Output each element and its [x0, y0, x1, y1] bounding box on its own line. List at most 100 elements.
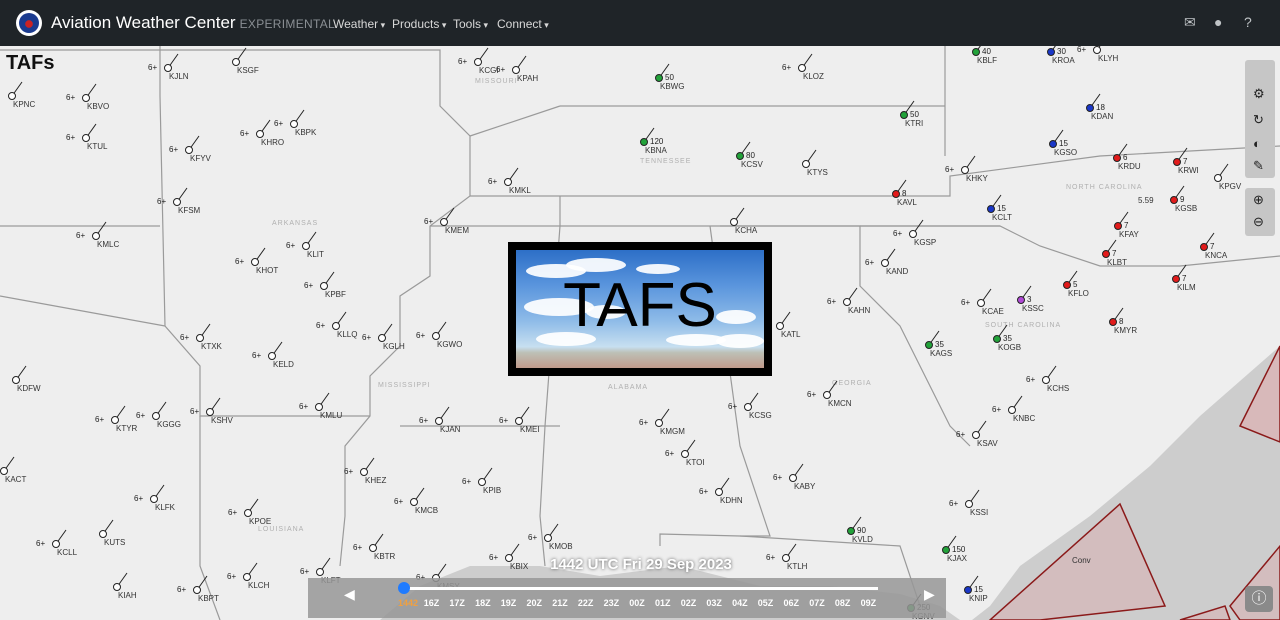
station-kllq[interactable]: KLLQ 6+	[316, 311, 357, 339]
station-kpgv[interactable]: KPGV	[1214, 163, 1242, 191]
timeline-tick[interactable]: 04Z	[732, 598, 748, 608]
refresh-icon[interactable]: ↻	[1253, 112, 1264, 128]
pencil-icon[interactable]: ✎	[1253, 158, 1264, 174]
station-kmob[interactable]: KMOB 6+	[528, 523, 573, 551]
timeline-tick[interactable]: 00Z	[629, 598, 645, 608]
station-kmcn[interactable]: KMCN 6+	[807, 380, 852, 408]
station-katl[interactable]: KATL	[776, 311, 801, 339]
station-kmem[interactable]: KMEM 6+	[424, 207, 469, 235]
station-ktys[interactable]: KTYS	[802, 149, 828, 177]
timeline-tick[interactable]: 1442	[398, 598, 418, 608]
station-kjln[interactable]: KJLN 6+	[148, 53, 189, 81]
station-kssi[interactable]: KSSI 6+	[949, 489, 988, 517]
help-icon[interactable]: ?	[1244, 14, 1252, 30]
station-kmgm[interactable]: KMGM 6+	[639, 408, 685, 436]
station-kpah[interactable]: KPAH 6+	[496, 55, 538, 83]
zoom-out-icon[interactable]: ⊖	[1253, 214, 1264, 230]
timeline-tick[interactable]: 03Z	[706, 598, 722, 608]
station-kaby[interactable]: KABY 6+	[773, 463, 816, 491]
station-kbwg[interactable]: KBWG50	[655, 63, 685, 91]
station-kmyr[interactable]: KMYR8	[1109, 307, 1138, 335]
station-kogb[interactable]: KOGB35	[993, 324, 1022, 352]
station-kdfw[interactable]: KDFW	[12, 365, 42, 393]
timeline-track[interactable]	[404, 587, 878, 590]
timeline-next-icon[interactable]: ▶	[924, 586, 935, 603]
station-kact[interactable]: KACT	[0, 456, 27, 484]
station-kcae[interactable]: KCAE 6+	[961, 288, 1004, 316]
timeline-tick[interactable]: 08Z	[835, 598, 851, 608]
station-klit[interactable]: KLIT 6+	[286, 231, 324, 259]
station-kgsb[interactable]: KGSB9	[1170, 185, 1198, 213]
station-kags[interactable]: KAGS35	[925, 330, 953, 358]
timeline-tick[interactable]: 21Z	[552, 598, 568, 608]
station-kpnc[interactable]: KPNC	[8, 81, 36, 109]
station-knbc[interactable]: KNBC 6+	[992, 395, 1035, 423]
timeline-tick[interactable]: 06Z	[784, 598, 800, 608]
station-kgsp[interactable]: KGSP 6+	[893, 219, 936, 247]
station-ktul[interactable]: KTUL 6+	[66, 123, 108, 151]
station-knip[interactable]: KNIP15	[964, 575, 988, 603]
station-kpbf[interactable]: KPBF 6+	[304, 271, 346, 299]
station-klbt[interactable]: KLBT7	[1102, 239, 1128, 267]
station-ktoi[interactable]: KTOI 6+	[665, 439, 705, 467]
noaa-logo-icon[interactable]	[16, 10, 42, 36]
station-kahn[interactable]: KAHN 6+	[827, 287, 870, 315]
user-icon[interactable]: ●	[1214, 14, 1222, 30]
tafs-overlay[interactable]: TAFS	[508, 242, 772, 376]
zoom-in-icon[interactable]: ⊕	[1253, 192, 1264, 208]
menu-tools[interactable]: Tools	[453, 17, 488, 31]
station-kchs[interactable]: KCHS 6+	[1026, 365, 1069, 393]
station-kgwo[interactable]: KGWO 6+	[416, 321, 462, 349]
station-kggg[interactable]: KGGG 6+	[136, 401, 181, 429]
compass-icon[interactable]: ◐	[1253, 136, 1261, 151]
station-kdhn[interactable]: KDHN 6+	[699, 477, 743, 505]
station-kpib[interactable]: KPIB 6+	[462, 467, 501, 495]
mail-icon[interactable]: ✉	[1184, 14, 1196, 31]
station-kcsg[interactable]: KCSG 6+	[728, 392, 772, 420]
timeline-tick[interactable]: 09Z	[861, 598, 877, 608]
menu-connect[interactable]: Connect	[497, 17, 549, 31]
station-klch[interactable]: KLCH 6+	[227, 562, 270, 590]
station-ksav[interactable]: KSAV 6+	[956, 420, 998, 448]
timeline-tick[interactable]: 02Z	[681, 598, 697, 608]
timeline-tick[interactable]: 07Z	[809, 598, 825, 608]
station-ktyr[interactable]: KTYR 6+	[95, 405, 138, 433]
station-kjan[interactable]: KJAN 6+	[419, 406, 461, 434]
station-krdu[interactable]: KRDU6	[1113, 143, 1141, 171]
station-kdan[interactable]: KDAN18	[1086, 93, 1114, 121]
brand-title[interactable]: Aviation Weather Center EXPERIMENTAL	[51, 13, 335, 33]
station-kbna[interactable]: KBNA120	[640, 127, 668, 155]
timeline-prev-icon[interactable]: ◀	[344, 586, 355, 603]
station-kmlc[interactable]: KMLC 6+	[76, 221, 119, 249]
station-kuts[interactable]: KUTS	[99, 519, 126, 547]
menu-products[interactable]: Products	[392, 17, 446, 31]
station-kpoe[interactable]: KPOE 6+	[228, 498, 271, 526]
station-kmlu[interactable]: KMLU 6+	[299, 392, 342, 420]
station-knca[interactable]: KNCA7	[1200, 232, 1228, 260]
timeline-tick[interactable]: 16Z	[424, 598, 440, 608]
station-kcsv[interactable]: KCSV80	[736, 141, 764, 169]
timeline-tick[interactable]: 05Z	[758, 598, 774, 608]
timeline-tick[interactable]: 20Z	[527, 598, 543, 608]
station-kand[interactable]: KAND 6+	[865, 248, 908, 276]
station-keld[interactable]: KELD 6+	[252, 341, 294, 369]
timeline-tick[interactable]: 23Z	[604, 598, 620, 608]
station-kflo[interactable]: KFLO5	[1063, 270, 1089, 298]
station-kvld[interactable]: KVLD90	[847, 516, 874, 544]
timeline-tick[interactable]: 19Z	[501, 598, 517, 608]
station-kbvo[interactable]: KBVO 6+	[66, 83, 109, 111]
station-krwi[interactable]: KRWI7	[1173, 147, 1199, 175]
station-kbpk[interactable]: KBPK 6+	[274, 109, 317, 137]
station-kfsm[interactable]: KFSM 6+	[157, 187, 201, 215]
station-kgso[interactable]: KGSO15	[1049, 129, 1078, 157]
timeline-tick[interactable]: 18Z	[475, 598, 491, 608]
station-kilm[interactable]: KILM7	[1172, 264, 1197, 292]
station-kclt[interactable]: KCLT15	[987, 194, 1012, 222]
station-kblf[interactable]: KBLF40	[972, 46, 998, 65]
station-ksgf[interactable]: KSGF	[232, 47, 259, 75]
station-kssc[interactable]: KSSC3	[1017, 285, 1045, 313]
station-kmkl[interactable]: KMKL 6+	[488, 167, 531, 195]
station-kroa[interactable]: KROA30	[1047, 46, 1076, 65]
station-kcll[interactable]: KCLL 6+	[36, 529, 78, 557]
station-kcgi[interactable]: KCGI6+	[458, 47, 499, 75]
